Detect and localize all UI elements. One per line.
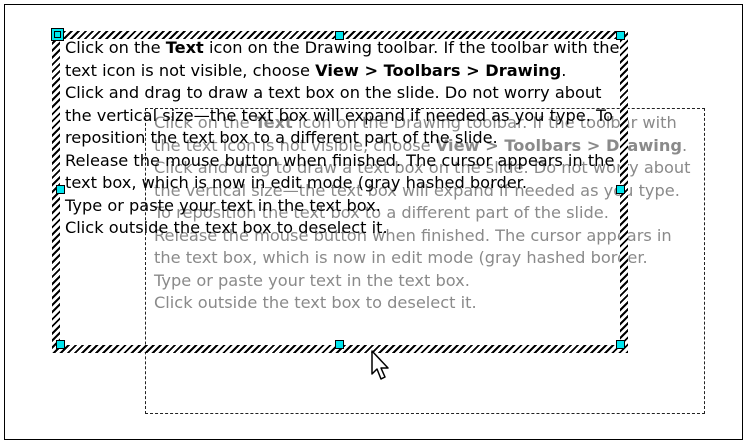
handle-bottom-center[interactable] [335, 340, 344, 349]
move-pointer-icon [371, 350, 389, 380]
step-5: Click outside the text box to deselect i… [65, 218, 388, 237]
menu-path: View > Toolbars > Drawing [315, 60, 562, 80]
step-3: Release the mouse button when finished. … [65, 150, 615, 193]
handle-bottom-left[interactable] [56, 340, 65, 349]
handle-middle-right[interactable] [616, 185, 625, 194]
step-2: Click and drag to draw a text box on the… [65, 83, 614, 147]
handle-top-center[interactable] [335, 31, 344, 40]
handle-top-right[interactable] [616, 31, 625, 40]
step-1: Click on the Text icon on the Drawing to… [65, 38, 620, 80]
handle-top-left[interactable] [51, 28, 64, 41]
handle-bottom-right[interactable] [616, 340, 625, 349]
step-4: Type or paste your text in the text box. [65, 195, 381, 215]
text-box-content[interactable]: Click on the Text icon on the Drawing to… [65, 37, 620, 240]
handle-middle-left[interactable] [56, 185, 65, 194]
text-icon-word: Text [165, 38, 204, 57]
